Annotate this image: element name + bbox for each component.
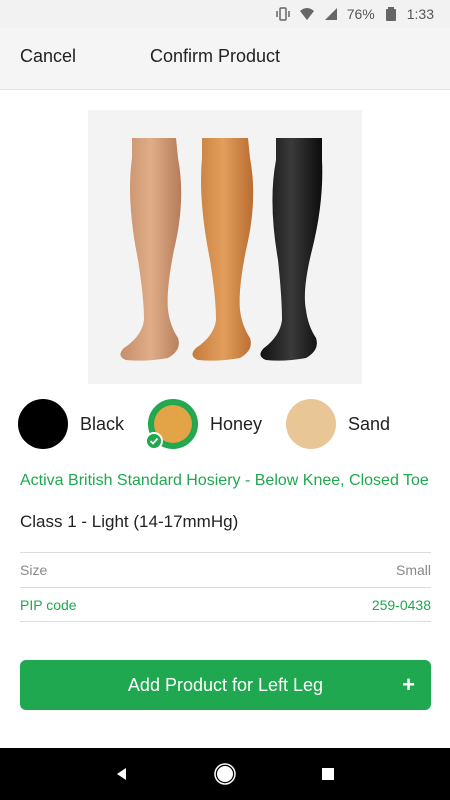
product-name: Activa British Standard Hosiery - Below … (20, 472, 429, 489)
status-bar: 76% 1:33 (0, 0, 450, 28)
back-icon[interactable] (102, 754, 142, 794)
color-label: Black (80, 413, 125, 434)
add-product-label: Add Product for Left Leg (127, 674, 324, 695)
size-row: Size Small (20, 552, 431, 587)
honey-stocking (192, 138, 254, 361)
page-title: Confirm Product (150, 46, 281, 66)
color-option-honey[interactable]: Honey (145, 398, 263, 450)
status-time: 1:33 (406, 6, 434, 22)
product-image (88, 110, 362, 384)
size-label: Size (20, 562, 48, 578)
pip-code-value: 259-0438 (371, 596, 431, 613)
wifi-icon (299, 6, 315, 22)
navigation-bar (0, 748, 450, 800)
sand-stocking (120, 138, 182, 361)
battery-percentage: 76% (346, 6, 375, 22)
home-icon[interactable] (205, 754, 245, 794)
color-swatch-honey[interactable] (145, 399, 198, 450)
cancel-button[interactable]: Cancel (20, 46, 76, 67)
signal-icon (323, 6, 339, 22)
recents-icon[interactable] (308, 754, 348, 794)
plus-icon: + (402, 672, 415, 697)
pip-code-row: PIP code 259-0438 (20, 587, 431, 622)
color-swatch-black[interactable] (18, 399, 68, 449)
color-option-black[interactable]: Black (18, 398, 124, 450)
battery-icon (383, 6, 399, 22)
pip-code-label: PIP code (20, 596, 77, 613)
vibrate-icon (275, 6, 291, 22)
check-icon (145, 432, 163, 450)
color-label: Honey (210, 413, 263, 434)
color-label: Sand (348, 413, 391, 434)
color-options: Black Honey Sand (18, 398, 438, 452)
product-info-table: Size Small PIP code 259-0438 (20, 552, 431, 622)
black-stocking (260, 138, 323, 361)
header: Cancel Confirm Product (0, 28, 450, 90)
color-option-sand[interactable]: Sand (286, 398, 390, 450)
product-class: Class 1 - Light (14-17mmHg) (20, 512, 239, 531)
add-product-button[interactable]: Add Product for Left Leg + (20, 660, 431, 710)
size-value: Small (395, 562, 431, 578)
color-swatch-sand[interactable] (286, 399, 336, 449)
